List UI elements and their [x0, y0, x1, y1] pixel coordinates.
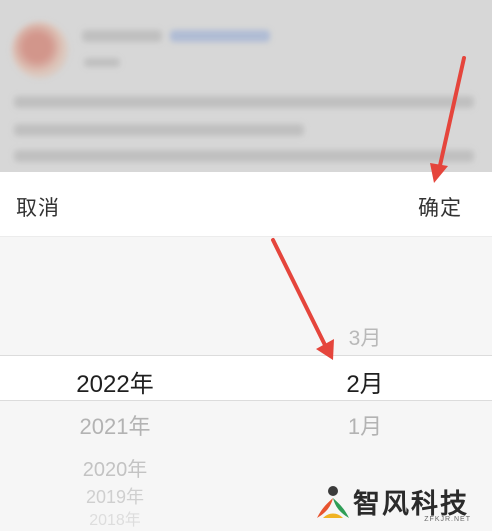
- month-selected[interactable]: 2月: [300, 364, 430, 399]
- date-picker-sheet: 取消 确定 2022年 2021年 2020年 2019年 2018年 3月 2…: [0, 172, 492, 531]
- month-option[interactable]: 3月: [300, 322, 430, 352]
- brand-logo-icon: [317, 486, 349, 518]
- year-option[interactable]: 2020年: [40, 453, 190, 482]
- picker-header: 取消 确定: [0, 172, 492, 237]
- blurred-background: [0, 0, 492, 172]
- brand-domain: ZFKJR.NET: [424, 516, 471, 523]
- cancel-button[interactable]: 取消: [16, 192, 60, 222]
- confirm-button[interactable]: 确定: [418, 192, 462, 222]
- year-option[interactable]: 2021年: [40, 409, 190, 441]
- watermark: 智风科技 ZFKJR.NET: [315, 482, 475, 526]
- year-wheel[interactable]: 2022年 2021年 2020年 2019年 2018年: [40, 236, 190, 531]
- month-option[interactable]: 1月: [300, 409, 430, 441]
- overlay-dim: [0, 0, 492, 172]
- year-selected[interactable]: 2022年: [40, 364, 190, 399]
- year-option[interactable]: 2018年: [40, 506, 190, 530]
